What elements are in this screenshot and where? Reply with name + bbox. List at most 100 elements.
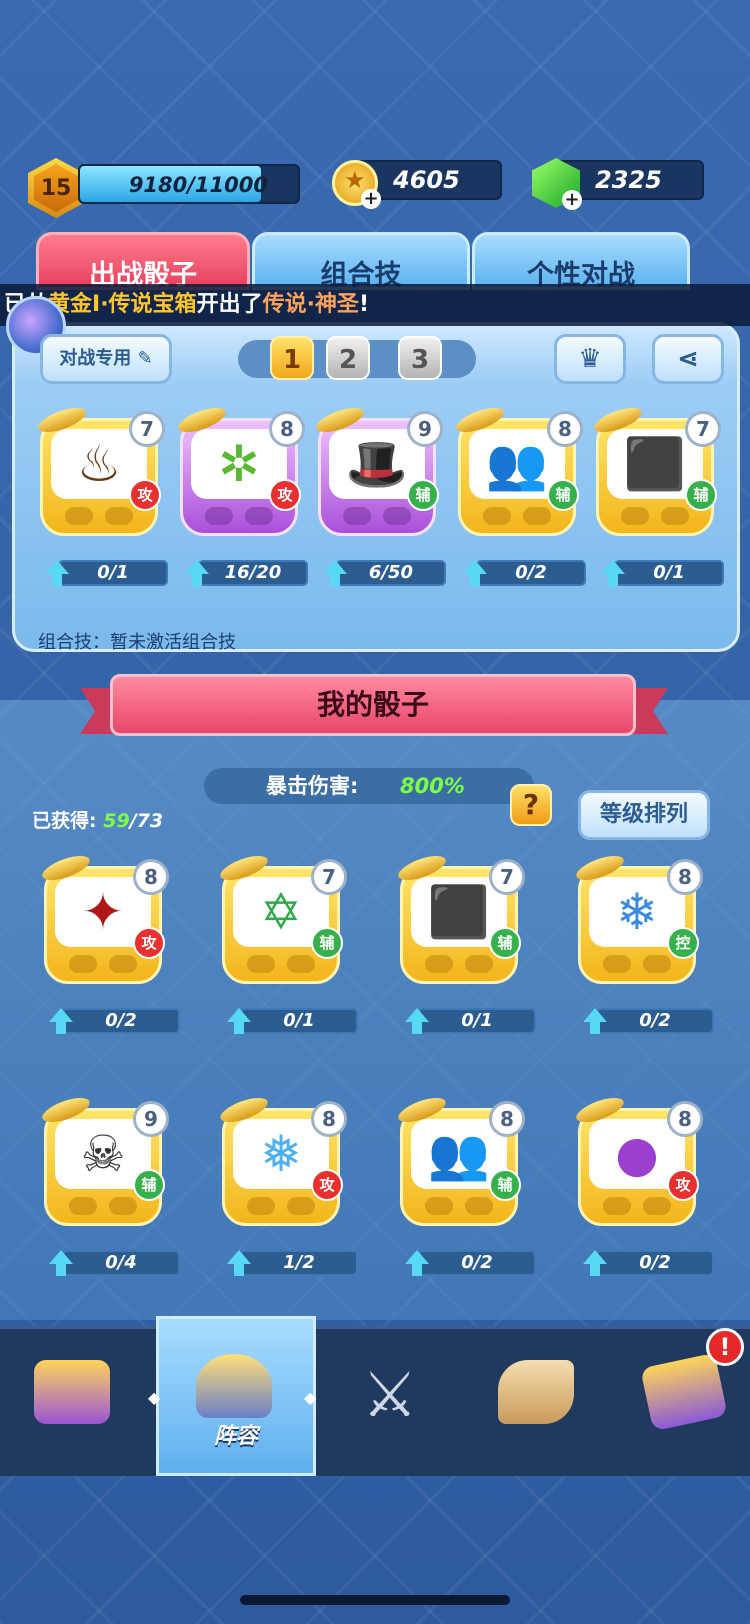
combo-status: 组合技：暂未激活组合技 xyxy=(38,632,236,653)
upgrade-arrow-icon xyxy=(182,558,212,588)
die-progress-text: 0/2 xyxy=(105,1010,137,1031)
ticker-chest: 黄金I·传说宝箱 xyxy=(48,292,197,317)
ticker-end: ! xyxy=(358,292,369,317)
die-slot xyxy=(105,507,133,525)
nav-lineup-label: 阵容 xyxy=(213,1424,258,1449)
die-progress-text: 16/20 xyxy=(224,562,282,583)
die-progress-text: 0/2 xyxy=(461,1252,493,1273)
die-level-badge: 7 xyxy=(129,411,165,447)
alert-badge: ! xyxy=(706,1328,744,1366)
help-button[interactable]: ? xyxy=(510,784,552,826)
die-progress-text: 0/2 xyxy=(639,1010,671,1031)
tab-combo[interactable]: 组合技 xyxy=(252,232,470,291)
die-role-badge: 辅 xyxy=(547,479,579,511)
die-role-badge: 攻 xyxy=(667,1169,699,1201)
die-slot xyxy=(643,955,671,973)
share-button[interactable]: ⋖ xyxy=(652,334,724,384)
deck-page-3[interactable]: 3 xyxy=(398,336,442,380)
upgrade-arrow-icon xyxy=(580,1006,610,1036)
crossed-swords-icon[interactable]: ⚔ xyxy=(362,1358,418,1431)
deck-die-card[interactable]: ⬛ 7 辅 xyxy=(591,402,721,536)
upgrade-arrow-icon xyxy=(42,558,72,588)
die-progress-text: 0/1 xyxy=(653,562,685,583)
die-slot xyxy=(287,955,315,973)
die-upgrade-progress: 0/4 xyxy=(62,1250,180,1276)
die-upgrade-progress: 0/2 xyxy=(596,1008,714,1034)
tab-personality-battle[interactable]: 个性对战 xyxy=(472,232,690,291)
die-upgrade-progress: 0/2 xyxy=(476,560,586,586)
crit-label: 暴击伤害: xyxy=(266,774,359,798)
crit-value: 800% xyxy=(400,774,465,798)
sort-by-level-button[interactable]: 等级排列 xyxy=(578,790,710,840)
die-slot xyxy=(621,507,649,525)
die-level-badge: 8 xyxy=(269,411,305,447)
treasure-chest-icon[interactable] xyxy=(34,1360,110,1424)
die-slot xyxy=(425,955,453,973)
die-level-badge: 8 xyxy=(667,859,703,895)
die-slot xyxy=(383,507,411,525)
die-role-badge: 辅 xyxy=(311,927,343,959)
deck-page-2[interactable]: 2 xyxy=(326,336,370,380)
scroll-quill-icon[interactable] xyxy=(498,1360,574,1424)
crown-icon: ♛ xyxy=(578,344,602,374)
my_dice-die-card[interactable]: ☠ 9 辅 xyxy=(39,1092,169,1226)
coin-amount: 4605 xyxy=(393,166,460,194)
upgrade-arrow-icon xyxy=(320,558,350,588)
die-slot xyxy=(287,1197,315,1215)
die-upgrade-progress: 0/2 xyxy=(418,1250,536,1276)
deck-name-button[interactable]: 对战专用 ✎ xyxy=(40,334,172,384)
player-level-badge[interactable]: 15 xyxy=(28,158,84,218)
my_dice-die-card[interactable]: ✡ 7 辅 xyxy=(217,850,347,984)
deck-die-card[interactable]: ✲ 8 攻 xyxy=(175,402,305,536)
my_dice-die-card[interactable]: ● 8 攻 xyxy=(573,1092,703,1226)
obtained-value: 59 xyxy=(103,810,130,832)
obtained-count: 已获得: 59/73 xyxy=(32,806,163,833)
die-level-badge: 8 xyxy=(311,1101,347,1137)
die-slot xyxy=(661,507,689,525)
die-level-badge: 9 xyxy=(407,411,443,447)
die-slot xyxy=(69,955,97,973)
my_dice-die-card[interactable]: 👥 8 辅 xyxy=(395,1092,525,1226)
obtained-total: /73 xyxy=(129,810,164,832)
deck-die-card[interactable]: 🎩 9 辅 xyxy=(313,402,443,536)
die-role-badge: 攻 xyxy=(311,1169,343,1201)
deck-die-card[interactable]: 👥 8 辅 xyxy=(453,402,583,536)
crown-button[interactable]: ♛ xyxy=(554,334,626,384)
die-level-badge: 7 xyxy=(311,859,347,895)
my_dice-die-card[interactable]: ⬛ 7 辅 xyxy=(395,850,525,984)
add-coins-icon[interactable]: + xyxy=(361,189,381,209)
die-slot xyxy=(247,955,275,973)
die-role-badge: 攻 xyxy=(133,927,165,959)
die-progress-text: 0/1 xyxy=(461,1010,493,1031)
upgrade-arrow-icon xyxy=(580,1248,610,1278)
share-icon: ⋖ xyxy=(677,344,699,374)
coin-icon[interactable]: + xyxy=(332,160,381,209)
die-role-badge: 控 xyxy=(667,927,699,959)
upgrade-arrow-icon xyxy=(402,1248,432,1278)
my_dice-die-card[interactable]: ❅ 8 攻 xyxy=(217,1092,347,1226)
die-role-badge: 辅 xyxy=(407,479,439,511)
xp-bar: 9180/11000 xyxy=(78,164,300,204)
my_dice-die-card[interactable]: ❄ 8 控 xyxy=(573,850,703,984)
die-slot xyxy=(109,1197,137,1215)
announcement-ticker: 已从黄金I·传说宝箱开出了传说·神圣! xyxy=(0,284,750,326)
deck-page-1[interactable]: 1 xyxy=(270,336,314,380)
deck-die-card[interactable]: ♨ 7 攻 xyxy=(35,402,165,536)
cannon-icon xyxy=(196,1354,272,1418)
add-gems-icon[interactable]: + xyxy=(562,190,582,210)
die-progress-text: 0/1 xyxy=(97,562,129,583)
upgrade-arrow-icon xyxy=(224,1248,254,1278)
die-upgrade-progress: 0/1 xyxy=(240,1008,358,1034)
die-slot xyxy=(603,955,631,973)
die-progress-text: 1/2 xyxy=(283,1252,315,1273)
deck-name-label: 对战专用 xyxy=(59,348,132,369)
die-slot xyxy=(69,1197,97,1215)
my_dice-die-card[interactable]: ✦ 8 攻 xyxy=(39,850,169,984)
die-upgrade-progress: 16/20 xyxy=(198,560,308,586)
die-slot xyxy=(205,507,233,525)
die-slot xyxy=(343,507,371,525)
upgrade-arrow-icon xyxy=(402,1006,432,1036)
tab-battle-dice[interactable]: 出战骰子 xyxy=(36,232,250,291)
die-slot xyxy=(465,1197,493,1215)
upgrade-arrow-icon xyxy=(46,1248,76,1278)
